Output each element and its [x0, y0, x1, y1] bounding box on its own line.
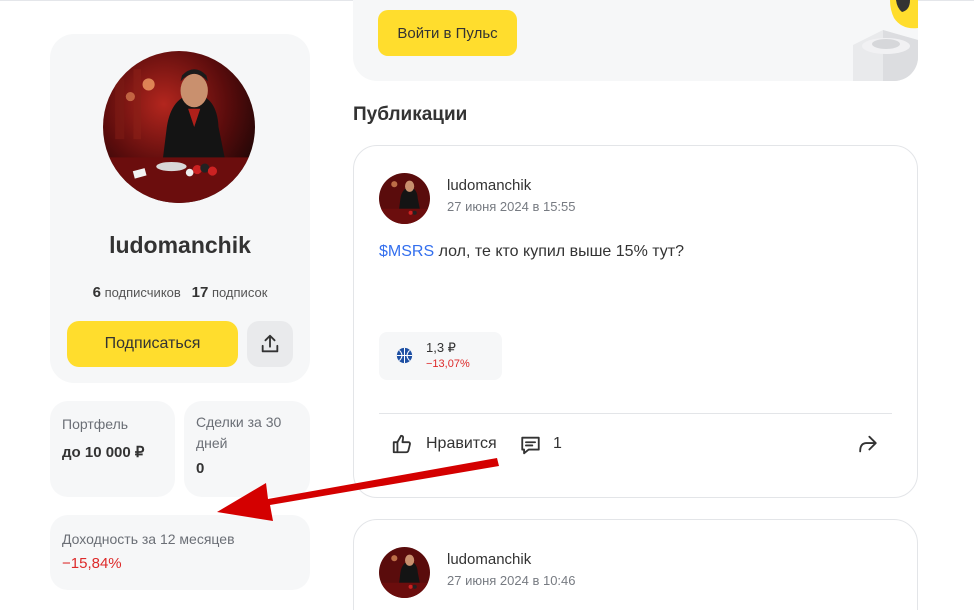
portfolio-label: Портфель: [62, 416, 129, 432]
comment-icon[interactable]: [519, 434, 542, 456]
follow-stats: 6 подписчиков 17 подписок: [50, 284, 310, 301]
instrument-logo-icon: [396, 347, 413, 364]
post-card: ludomanchik 27 июня 2024 в 15:55 $MSRS л…: [353, 145, 918, 498]
share-arrow-icon[interactable]: [856, 433, 879, 455]
enter-pulse-button[interactable]: Войти в Пульс: [378, 10, 517, 56]
upload-share-icon: [261, 334, 279, 353]
post-body: лол, те кто купил выше 15% тут?: [434, 243, 684, 260]
publications-title: Публикации: [353, 104, 468, 125]
avatar-image: [103, 51, 255, 203]
followers-count[interactable]: 6: [93, 284, 101, 301]
subscribe-button[interactable]: Подписаться: [67, 321, 238, 367]
post-date[interactable]: 27 июня 2024 в 15:55: [447, 199, 576, 214]
post-date[interactable]: 27 июня 2024 в 10:46: [447, 573, 576, 588]
thumbs-up-icon[interactable]: [391, 433, 413, 455]
deals-card: Сделки за 30 дней 0: [184, 401, 310, 497]
instrument-change: −13,07%: [426, 358, 470, 370]
promo-illustration: [853, 0, 918, 81]
pulse-promo-banner: Войти в Пульс: [353, 0, 918, 81]
deals-value: 0: [196, 460, 205, 477]
portfolio-card: Портфель до 10 000 ₽: [50, 401, 175, 497]
following-label[interactable]: подписок: [212, 285, 267, 300]
post-author-name[interactable]: ludomanchik: [447, 551, 531, 568]
share-profile-button[interactable]: [247, 321, 293, 367]
avatar[interactable]: [103, 51, 255, 203]
avatar-image: [379, 173, 430, 224]
yield-label: Доходность за 12 месяцев: [62, 531, 235, 547]
like-button[interactable]: Нравится: [426, 435, 497, 453]
profile-name: ludomanchik: [109, 232, 251, 258]
ticker-link[interactable]: $MSRS: [379, 243, 434, 260]
avatar-image: [379, 547, 430, 598]
post-text: $MSRS лол, те кто купил выше 15% тут?: [379, 243, 684, 261]
deals-label: Сделки за 30 дней: [196, 414, 282, 451]
comments-count[interactable]: 1: [553, 435, 562, 453]
following-count[interactable]: 17: [192, 284, 209, 301]
instrument-chip[interactable]: 1,3 ₽ −13,07%: [379, 332, 502, 380]
post-author-avatar[interactable]: [379, 547, 430, 598]
yield-value: −15,84%: [62, 555, 122, 572]
profile-card: ludomanchik 6 подписчиков 17 подписок По…: [50, 34, 310, 383]
post-divider: [379, 413, 892, 414]
followers-label[interactable]: подписчиков: [105, 285, 181, 300]
post-author-name[interactable]: ludomanchik: [447, 177, 531, 194]
yield-card: Доходность за 12 месяцев −15,84%: [50, 515, 310, 590]
post-card: ludomanchik 27 июня 2024 в 10:46: [353, 519, 918, 610]
portfolio-value: до 10 000 ₽: [62, 444, 145, 461]
instrument-price: 1,3 ₽: [426, 340, 456, 355]
post-author-avatar[interactable]: [379, 173, 430, 224]
